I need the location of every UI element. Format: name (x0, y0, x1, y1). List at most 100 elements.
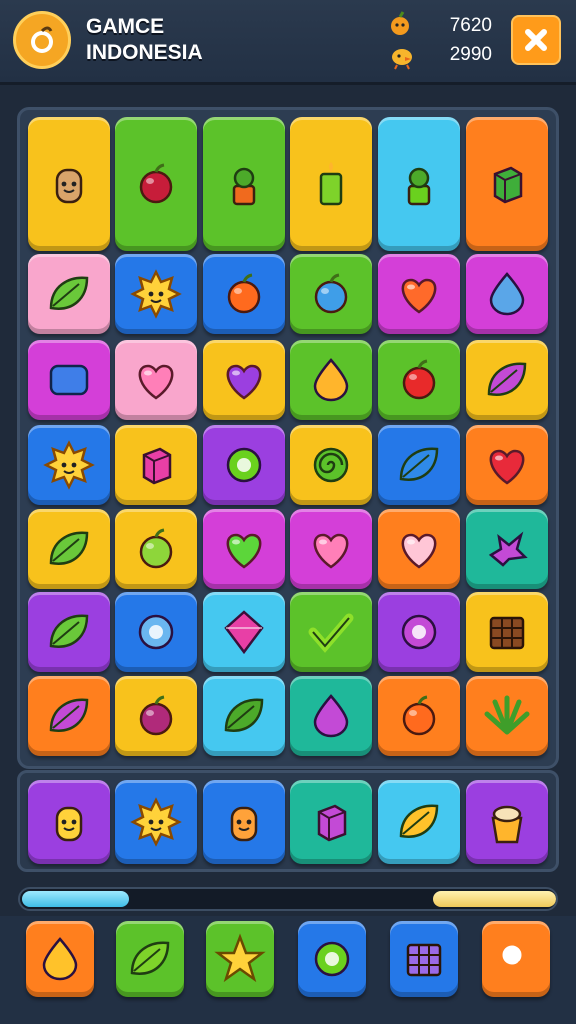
green-ring-icon (226, 447, 262, 483)
tile-blue-apple[interactable] (290, 254, 372, 334)
sun-face-icon (43, 440, 95, 490)
tile-lime[interactable] (115, 509, 197, 589)
cube-tool-button[interactable] (390, 921, 458, 997)
spiral-snail-icon (313, 447, 349, 483)
purple-drop-icon (313, 694, 349, 738)
search-tool-icon (497, 940, 538, 981)
tile-green-leaf[interactable] (28, 592, 110, 672)
orange-character-icon (386, 10, 414, 38)
tile-pink-star[interactable] (203, 592, 285, 672)
green-candle-icon (319, 162, 343, 206)
tile-purple-splash[interactable] (466, 509, 548, 589)
pink-cube-icon (142, 447, 172, 485)
green-leaf-icon (49, 276, 89, 310)
orange-fruit-icon (227, 273, 261, 314)
magnify-orb-tool-button[interactable] (298, 921, 366, 997)
tile-green-leaf[interactable] (28, 509, 110, 589)
tile-leafy-plant[interactable] (466, 117, 548, 251)
tile-green-check[interactable] (290, 592, 372, 672)
tile-berry-swirl[interactable] (115, 676, 197, 756)
close-icon (525, 29, 547, 51)
star-tool-button[interactable] (206, 921, 274, 997)
tile-striped-leaf[interactable] (203, 676, 285, 756)
tray-sun-face[interactable] (115, 780, 197, 864)
tile-purple-drop[interactable] (290, 676, 372, 756)
sun-face-icon (130, 797, 182, 847)
green-jar-icon (407, 167, 431, 206)
orange-logo-icon[interactable] (13, 11, 71, 69)
title-line-2: INDONESIA (86, 41, 203, 64)
onion-character-icon (55, 168, 83, 204)
tray-yellow-bird[interactable] (28, 780, 110, 864)
leaf-tool-icon (130, 941, 170, 975)
tray-ice-cream-cup[interactable] (466, 780, 548, 864)
tile-pink-cube[interactable] (115, 425, 197, 505)
lime-icon (139, 528, 173, 569)
tile-blue-square-gem[interactable] (28, 340, 110, 420)
green-leaf-icon (49, 614, 89, 648)
tile-orange-mango[interactable] (290, 340, 372, 420)
tile-pink-heart[interactable] (115, 340, 197, 420)
chick-character-icon (388, 42, 416, 70)
tile-green-heart[interactable] (203, 509, 285, 589)
tile-orange-fruit[interactable] (203, 254, 285, 334)
mango-leaf-icon (399, 804, 439, 838)
tile-onion-character[interactable] (28, 117, 110, 251)
tile-red-heart[interactable] (466, 425, 548, 505)
tile-cherries-banana[interactable] (115, 117, 197, 251)
tile-sun-face[interactable] (28, 425, 110, 505)
tile-blue-orb[interactable] (115, 592, 197, 672)
tile-spiral-snail[interactable] (290, 425, 372, 505)
lemon-tool-icon (42, 937, 78, 981)
tile-purple-heart[interactable] (203, 340, 285, 420)
blue-orb-icon (138, 614, 174, 650)
tray-purple-box[interactable] (290, 780, 372, 864)
orange-cat-icon (230, 806, 258, 842)
green-heart-icon (226, 533, 262, 569)
tile-sun-face[interactable] (115, 254, 197, 334)
magnify-orb-tool-icon (314, 941, 350, 977)
green-leaf-icon (49, 531, 89, 565)
tile-green-candle[interactable] (290, 117, 372, 251)
close-button[interactable] (511, 15, 561, 65)
tile-blue-gem[interactable] (466, 254, 548, 334)
yellow-bird-icon (55, 806, 83, 842)
lemon-tool-button[interactable] (26, 921, 94, 997)
star-tool-icon (214, 933, 266, 983)
tile-green-ring[interactable] (203, 425, 285, 505)
stat-value-1: 7620 (449, 15, 492, 36)
tile-blue-leaf[interactable] (378, 425, 460, 505)
tile-potted-plant[interactable] (203, 117, 285, 251)
tile-light-pink-heart[interactable] (378, 509, 460, 589)
title-line-1: GAMCE (86, 15, 165, 38)
tile-red-apple[interactable] (378, 340, 460, 420)
search-tool-button[interactable] (482, 921, 550, 997)
tile-purple-leaf[interactable] (466, 340, 548, 420)
tile-green-jar[interactable] (378, 117, 460, 251)
tile-orange-heart[interactable] (378, 254, 460, 334)
blue-gem-icon (489, 272, 525, 316)
leaf-tool-button[interactable] (116, 921, 184, 997)
red-apple-icon (402, 359, 436, 400)
progress-fill (22, 891, 129, 907)
tray-mango-leaf[interactable] (378, 780, 460, 864)
game-title: GAMCE INDONESIA (86, 14, 203, 66)
striped-leaf-icon (224, 698, 264, 732)
chocolate-block-icon (489, 616, 525, 650)
tray-orange-cat[interactable] (203, 780, 285, 864)
tile-pink-heart[interactable] (290, 509, 372, 589)
purple-heart-icon (226, 364, 262, 400)
berry-swirl-icon (139, 695, 173, 736)
tile-purple-leaf[interactable] (28, 676, 110, 756)
orange-mango-icon (313, 358, 349, 402)
top-bar: GAMCE INDONESIA 7620 2990 (0, 0, 576, 85)
tile-purple-ring[interactable] (378, 592, 460, 672)
stat-value-2: 2990 (449, 44, 492, 65)
tile-chocolate-block[interactable] (466, 592, 548, 672)
green-sprout-icon (484, 695, 530, 735)
tile-green-leaf[interactable] (28, 254, 110, 334)
level-progress-bar (18, 887, 558, 911)
tile-green-sprout[interactable] (466, 676, 548, 756)
orange-heart-icon (401, 278, 437, 314)
tile-orange-fruit[interactable] (378, 676, 460, 756)
